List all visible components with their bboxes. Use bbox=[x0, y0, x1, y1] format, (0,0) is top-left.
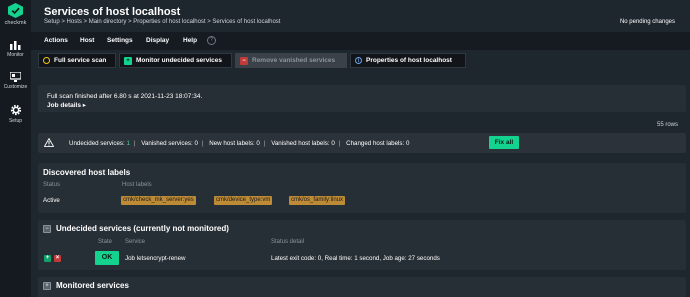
col-host-labels[interactable]: Host labels bbox=[122, 182, 152, 188]
service-name[interactable]: Job letsencrypt-renew bbox=[125, 255, 186, 262]
menu-settings[interactable]: Settings bbox=[107, 37, 133, 44]
remove-vanished-label: Remove vanished services bbox=[252, 57, 336, 64]
monitor-icon bbox=[10, 41, 21, 50]
remove-vanished-button[interactable]: − Remove vanished services bbox=[235, 53, 347, 68]
monitored-services-title[interactable]: Monitored services bbox=[56, 281, 129, 290]
col-service[interactable]: Service bbox=[125, 239, 145, 245]
new-labels-count: 0 bbox=[256, 140, 260, 147]
expand-toggle-icon[interactable]: + bbox=[43, 282, 51, 290]
host-label-chip[interactable]: cmk/os_family:linux bbox=[289, 196, 346, 205]
service-status-detail: Latest exit code: 0, Real time: 1 second… bbox=[271, 255, 440, 262]
new-labels-label: New host labels: bbox=[209, 140, 255, 147]
full-service-scan-button[interactable]: Full service scan bbox=[38, 53, 116, 68]
breadcrumb[interactable]: Setup > Hosts > Main directory > Propert… bbox=[44, 19, 280, 25]
logo-text: checkmk bbox=[4, 20, 27, 26]
menu-bar: Actions Host Settings Display Help ? bbox=[31, 32, 690, 50]
host-label-chip[interactable]: cmk/device_type:vm bbox=[214, 196, 273, 205]
full-service-scan-label: Full service scan bbox=[54, 57, 107, 64]
summary-text: Undecided services: 1 | Vanished services… bbox=[69, 140, 410, 147]
host-properties-label: Properties of host localhost bbox=[366, 57, 452, 64]
customize-icon bbox=[10, 72, 21, 82]
minus-icon: − bbox=[240, 56, 248, 65]
undecided-services-title[interactable]: Undecided services (currently not monito… bbox=[56, 224, 229, 233]
menu-help[interactable]: Help bbox=[183, 37, 197, 44]
undecided-count: 1 bbox=[126, 140, 130, 147]
refresh-icon bbox=[43, 57, 50, 64]
sidebar: checkmk Monitor Customize Setup bbox=[0, 0, 31, 297]
state-ok-badge: OK bbox=[95, 251, 119, 265]
col-status-detail[interactable]: Status detail bbox=[271, 239, 304, 245]
vanished-labels-label: Vanished host labels: bbox=[271, 140, 330, 147]
sidebar-item-setup[interactable]: Setup bbox=[0, 104, 31, 124]
sidebar-item-label: Setup bbox=[8, 118, 23, 124]
vanished-label: Vanished services: bbox=[141, 140, 193, 147]
checkmk-logo-icon bbox=[8, 3, 23, 18]
page-header: Services of host localhost Setup > Hosts… bbox=[31, 0, 690, 32]
host-labels-panel bbox=[38, 163, 686, 213]
rows-count: 55 rows bbox=[656, 122, 678, 128]
menu-actions[interactable]: Actions bbox=[44, 37, 68, 44]
host-properties-button[interactable]: i Properties of host localhost bbox=[350, 53, 466, 68]
monitor-service-icon[interactable]: + bbox=[44, 255, 51, 262]
vanished-count: 0 bbox=[194, 140, 198, 147]
changed-labels-label: Changed host labels: bbox=[346, 140, 405, 147]
discovery-summary: Undecided services: 1 | Vanished services… bbox=[38, 133, 686, 153]
sidebar-item-label: Monitor bbox=[7, 52, 24, 58]
warning-icon bbox=[44, 138, 54, 147]
monitor-undecided-label: Monitor undecided services bbox=[136, 57, 222, 64]
plus-icon: + bbox=[124, 56, 132, 65]
scan-message: Full scan finished after 6.80 s at 2021-… bbox=[47, 93, 203, 100]
sidebar-item-label: Customize bbox=[3, 84, 28, 90]
host-labels-title: Discovered host labels bbox=[43, 168, 131, 177]
host-label-chip[interactable]: cmk/check_mk_server:yes bbox=[121, 196, 196, 205]
label-status: Active bbox=[43, 197, 60, 204]
changed-labels-count: 0 bbox=[405, 140, 410, 147]
disable-service-icon[interactable]: × bbox=[54, 255, 61, 262]
menu-host[interactable]: Host bbox=[80, 37, 94, 44]
undecided-label: Undecided services: bbox=[69, 140, 125, 147]
sidebar-item-customize[interactable]: Customize bbox=[0, 72, 31, 90]
monitored-services-panel bbox=[38, 277, 686, 297]
vanished-labels-count: 0 bbox=[331, 140, 335, 147]
page-title: Services of host localhost bbox=[44, 6, 181, 18]
pending-changes-status[interactable]: No pending changes bbox=[620, 19, 675, 25]
fix-all-button[interactable]: Fix all bbox=[489, 136, 519, 149]
collapse-toggle-icon[interactable]: − bbox=[43, 225, 51, 233]
scan-info-panel: Full scan finished after 6.80 s at 2021-… bbox=[38, 85, 686, 112]
job-details-link[interactable]: Job details ▸ bbox=[47, 101, 86, 109]
info-icon: i bbox=[355, 57, 362, 64]
sidebar-item-monitor[interactable]: Monitor bbox=[0, 40, 31, 58]
help-toggle-icon[interactable]: ? bbox=[207, 36, 216, 45]
col-state[interactable]: State bbox=[98, 239, 112, 245]
col-status[interactable]: Status bbox=[43, 182, 60, 188]
setup-gear-icon bbox=[10, 104, 21, 116]
checkmk-logo[interactable]: checkmk bbox=[0, 3, 31, 26]
menu-display[interactable]: Display bbox=[146, 37, 169, 44]
monitor-undecided-button[interactable]: + Monitor undecided services bbox=[119, 53, 232, 68]
